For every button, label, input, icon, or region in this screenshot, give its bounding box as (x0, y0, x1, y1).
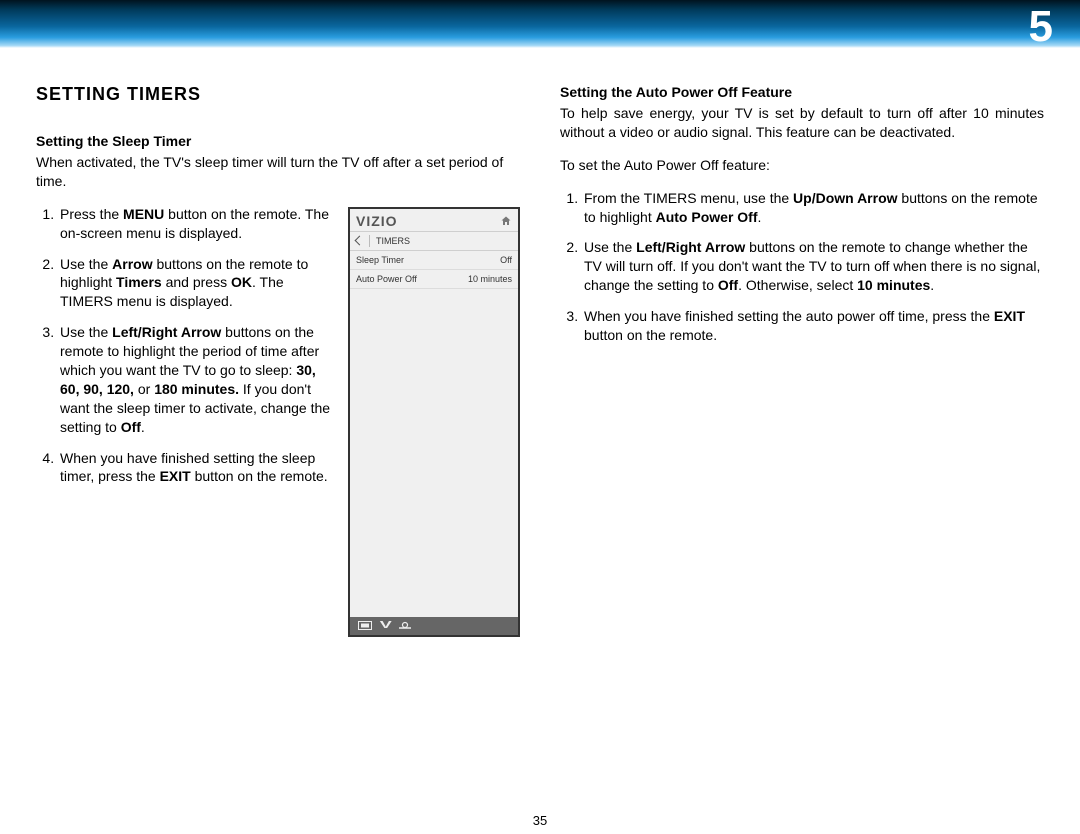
left-step-4: When you have finished setting the sleep… (58, 449, 332, 487)
left-intro: When activated, the TV's sleep timer wil… (36, 153, 520, 191)
tv-logo: VIZIO (356, 213, 398, 229)
separator (369, 235, 370, 247)
tv-row-label: Auto Power Off (356, 274, 417, 284)
settings-slider-icon (398, 621, 412, 630)
back-icon (355, 236, 365, 246)
right-column: Setting the Auto Power Off Feature To he… (560, 84, 1044, 637)
tv-breadcrumb: TIMERS (350, 232, 518, 251)
manual-page: 5 SETTING TIMERS Setting the Sleep Timer… (0, 0, 1080, 834)
section-title: SETTING TIMERS (36, 84, 520, 105)
right-subheading: Setting the Auto Power Off Feature (560, 84, 1044, 100)
right-steps: From the TIMERS menu, use the Up/Down Ar… (560, 189, 1044, 345)
right-lead: To set the Auto Power Off feature: (560, 156, 1044, 175)
tv-row-label: Sleep Timer (356, 255, 404, 265)
left-subheading: Setting the Sleep Timer (36, 133, 520, 149)
tv-row-auto-power-off: Auto Power Off 10 minutes (350, 270, 518, 289)
home-icon (500, 215, 512, 227)
tv-menu-screenshot: VIZIO TIMERS Sleep Timer Off (348, 207, 520, 637)
tv-row-sleep-timer: Sleep Timer Off (350, 251, 518, 270)
left-step-3: Use the Left/Right Arrow buttons on the … (58, 323, 332, 436)
tv-row-value: 10 minutes (468, 274, 512, 284)
page-number: 35 (0, 813, 1080, 828)
widescreen-icon (358, 621, 372, 630)
chapter-number: 5 (1029, 2, 1054, 52)
tv-row-value: Off (500, 255, 512, 265)
content-columns: SETTING TIMERS Setting the Sleep Timer W… (0, 48, 1080, 637)
tv-menu-header: VIZIO (350, 209, 518, 232)
v-icon: V (380, 620, 390, 631)
header-band: 5 (0, 0, 1080, 48)
right-intro: To help save energy, your TV is set by d… (560, 104, 1044, 142)
right-step-2: Use the Left/Right Arrow buttons on the … (582, 238, 1044, 295)
tv-menu-title: TIMERS (376, 236, 410, 246)
left-step-1: Press the MENU button on the remote. The… (58, 205, 332, 243)
left-column: SETTING TIMERS Setting the Sleep Timer W… (36, 84, 520, 637)
left-steps: Press the MENU button on the remote. The… (36, 205, 332, 487)
left-step-2: Use the Arrow buttons on the remote to h… (58, 255, 332, 312)
left-steps-wrap: Press the MENU button on the remote. The… (36, 205, 332, 499)
right-step-1: From the TIMERS menu, use the Up/Down Ar… (582, 189, 1044, 227)
right-step-3: When you have finished setting the auto … (582, 307, 1044, 345)
tv-footer: V (350, 617, 518, 635)
left-body: Press the MENU button on the remote. The… (36, 205, 520, 637)
